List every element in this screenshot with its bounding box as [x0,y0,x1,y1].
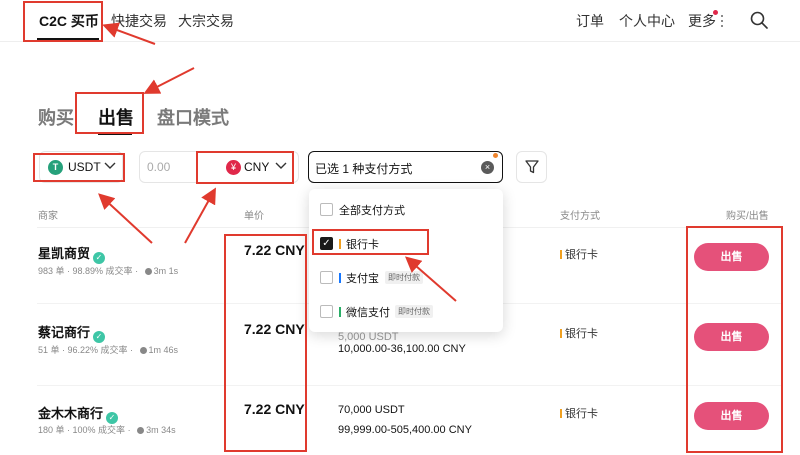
wechat-marker [339,307,341,317]
annotation-box-sell-tab [75,92,144,134]
avg-release-time: 3m 1s [153,266,179,276]
filter-button[interactable] [516,151,547,183]
order-count: 180 单 [38,425,65,435]
merchant-name[interactable]: 金木木商行 ✓ [38,403,119,424]
avg-release-time: 1m 46s [148,345,179,355]
filter-icon [525,160,539,174]
checkbox[interactable] [320,203,333,216]
merchant-name-text: 蔡记商行 [38,325,91,340]
merchant-name-text: 星凯商贸 [38,246,91,261]
annotation-box-coin [33,153,125,182]
avg-release-time: 3m 34s [146,425,176,435]
merchant-stats: 51 单 · 96.22% 成交率 · 1m 46s [38,345,179,355]
row-divider [37,385,782,386]
payment-method-dropdown: 全部支付方式 ✓ 银行卡 支付宝 即时付款 微信支付 即时付款 [309,189,503,332]
payment-method-label: 银行卡 [565,328,598,340]
alipay-marker [339,273,341,283]
selection-dot [493,153,498,158]
dropdown-option-all[interactable]: 全部支付方式 [309,193,503,227]
order-limit: 10,000.00-36,100.00 CNY [338,343,466,355]
merchant-name-text: 金木木商行 [38,406,104,421]
bank-card-marker [560,250,562,259]
col-price: 单价 [244,211,264,222]
clear-icon[interactable]: × [481,161,494,174]
bank-card-marker [560,409,562,418]
annotation-box-sell-buttons [686,226,783,453]
nav-quick-trade[interactable]: 快捷交易 [111,11,167,31]
order-count: 983 单 [38,266,65,276]
annotation-box-bank-card [312,229,429,255]
instant-pay-tag: 即时付款 [385,271,423,284]
merchant-stats: 983 单 · 98.89% 成交率 · 3m 1s [38,266,179,276]
nav-orders[interactable]: 订单 [576,11,604,31]
payment-method-summary: 已选 1 种支付方式 [315,162,413,176]
payment-method-select[interactable]: 已选 1 种支付方式 × [308,151,503,183]
payment-method-label: 银行卡 [565,408,598,420]
completion-rate: 100% 成交率 [72,425,126,435]
notification-dot [713,10,718,15]
clock-icon [137,427,145,434]
col-payment: 支付方式 [560,211,600,222]
more-menu-icon[interactable] [719,15,725,27]
checkbox[interactable] [320,271,333,284]
merchant-name[interactable]: 星凯商贸 ✓ [38,243,106,264]
verified-icon: ✓ [93,252,106,264]
annotation-box-c2c [23,1,103,42]
payment-method: 银行卡 [560,246,598,262]
completion-rate: 96.22% 成交率 [67,345,128,355]
nav-block-trade[interactable]: 大宗交易 [178,11,234,31]
available-quantity: 5,000 USDT [338,331,399,343]
checkbox[interactable] [320,305,333,318]
annotation-box-fiat [196,151,294,184]
nav-personal-center[interactable]: 个人中心 [619,11,675,31]
top-nav: C2C 买币 快捷交易 大宗交易 订单 个人中心 更多 [0,0,800,42]
col-action: 购买/出售 [726,211,769,222]
payment-method-label: 银行卡 [565,249,598,261]
search-icon[interactable] [749,10,769,30]
order-count: 51 单 [38,345,60,355]
clock-icon [144,268,152,275]
payment-method: 银行卡 [560,325,598,341]
dropdown-option-wechat-pay[interactable]: 微信支付 即时付款 [309,295,503,329]
verified-icon: ✓ [93,331,106,343]
dropdown-option-alipay[interactable]: 支付宝 即时付款 [309,261,503,295]
option-label: 全部支付方式 [339,205,405,217]
merchant-stats: 180 单 · 100% 成交率 · 3m 34s [38,425,176,435]
tab-orderbook-mode[interactable]: 盘口模式 [157,104,229,130]
option-label: 支付宝 [346,273,379,285]
option-label: 微信支付 [346,307,390,319]
annotation-box-price-column [224,234,307,452]
payment-method: 银行卡 [560,405,598,421]
available-quantity: 70,000 USDT [338,404,405,416]
bank-card-marker [560,329,562,338]
merchant-name[interactable]: 蔡记商行 ✓ [38,322,106,343]
tab-buy[interactable]: 购买 [38,104,74,130]
instant-pay-tag: 即时付款 [395,305,433,318]
amount-input[interactable]: 0.00 [147,160,170,174]
order-limit: 99,999.00-505,400.00 CNY [338,424,472,436]
clock-icon [139,347,147,354]
nav-more[interactable]: 更多 [688,11,716,31]
col-merchant: 商家 [38,211,58,222]
completion-rate: 98.89% 成交率 [72,266,133,276]
